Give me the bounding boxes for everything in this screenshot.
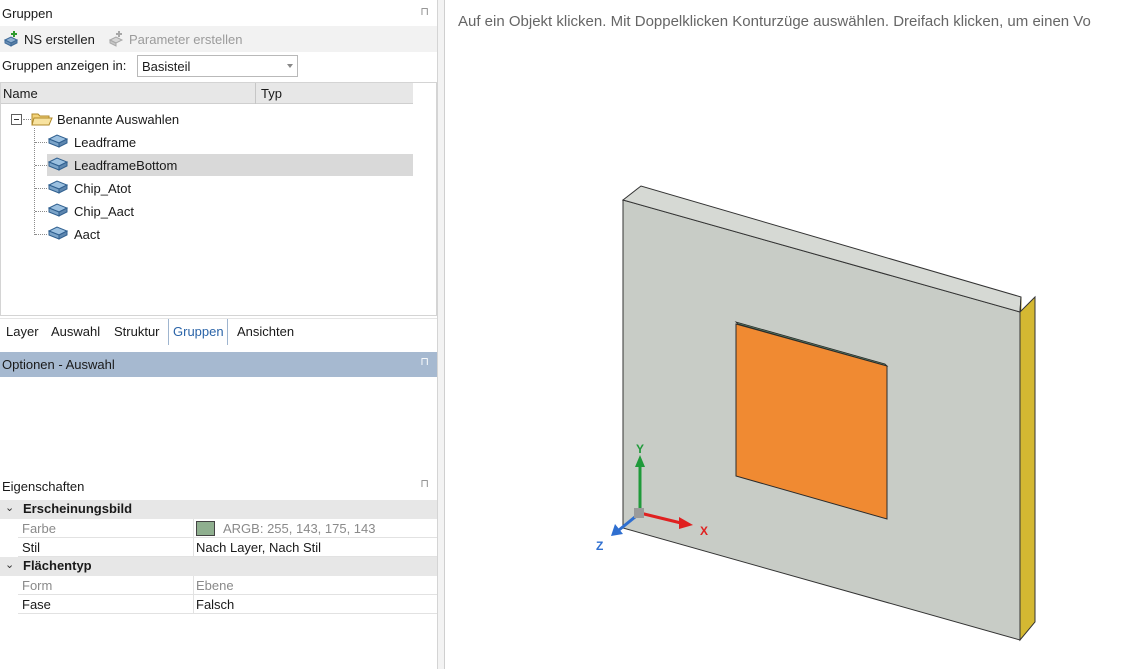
ns-create-button[interactable]: NS erstellen xyxy=(3,28,95,50)
tree-item-label: Chip_Atot xyxy=(74,180,132,196)
chevron-down-icon[interactable]: ⌄ xyxy=(5,501,14,514)
tab-struktur[interactable]: Struktur xyxy=(114,319,160,345)
left-panel: Gruppen ⊓ NS erstellen Parameter erstell… xyxy=(0,0,437,669)
color-swatch[interactable] xyxy=(196,521,215,536)
tree-item-label: LeadframeBottom xyxy=(74,157,178,173)
category-label: Flächentyp xyxy=(23,558,92,573)
named-selection-add-icon xyxy=(3,30,21,48)
chevron-down-icon xyxy=(287,64,293,68)
property-key: Form xyxy=(18,576,194,595)
property-value[interactable]: Nach Layer, Nach Stil xyxy=(195,538,321,557)
groups-title: Gruppen xyxy=(2,6,53,21)
named-selection-icon xyxy=(47,133,69,151)
tab-auswahl[interactable]: Auswahl xyxy=(51,319,100,345)
properties-title: Eigenschaften xyxy=(2,479,85,494)
tree-item[interactable]: Leadframe xyxy=(47,131,413,153)
parameter-add-icon xyxy=(108,30,126,48)
tree-item[interactable]: Chip_Aact xyxy=(47,200,413,222)
tree-connector xyxy=(35,165,47,166)
axis-z-label: Z xyxy=(596,539,603,553)
tree-item-label: Aact xyxy=(74,226,101,242)
tree-connector xyxy=(23,119,31,120)
property-value: ARGB: 255, 143, 175, 143 xyxy=(195,519,376,538)
axis-x-label: X xyxy=(700,524,708,538)
pin-icon[interactable]: ⊓ xyxy=(420,355,429,368)
tab-layer[interactable]: Layer xyxy=(6,319,39,345)
tab-ansichten[interactable]: Ansichten xyxy=(237,319,294,345)
named-selection-icon xyxy=(47,156,69,174)
options-title: Optionen - Auswahl xyxy=(2,357,115,372)
axis-y-label: Y xyxy=(636,442,644,456)
options-panel-title: Optionen - Auswahl ⊓ xyxy=(0,352,437,377)
properties-panel-title: Eigenschaften ⊓ xyxy=(0,474,437,499)
property-row[interactable]: Farbe ARGB: 255, 143, 175, 143 xyxy=(18,519,437,538)
model-view[interactable]: Y X Z xyxy=(445,0,1145,669)
ns-create-label: NS erstellen xyxy=(24,31,95,47)
show-in-label: Gruppen anzeigen in: xyxy=(2,58,127,73)
column-separator[interactable] xyxy=(255,83,256,104)
3d-viewport[interactable]: Auf ein Objekt klicken. Mit Doppelklicke… xyxy=(444,0,1145,669)
collapse-toggle[interactable] xyxy=(11,114,22,125)
folder-open-icon xyxy=(31,111,53,127)
category-label: Erscheinungsbild xyxy=(23,501,133,516)
tree-root-row[interactable]: Benannte Auswahlen xyxy=(31,108,411,130)
tree-item-label: Chip_Aact xyxy=(74,203,134,219)
tree-connector xyxy=(35,142,47,143)
tree-connector xyxy=(35,188,47,189)
named-selection-icon xyxy=(47,179,69,197)
property-row[interactable]: Form Ebene xyxy=(18,576,437,595)
options-panel-body xyxy=(0,377,437,469)
show-in-value: Basisteil xyxy=(142,59,191,74)
show-in-select[interactable]: Basisteil xyxy=(137,55,298,77)
tree-item[interactable]: LeadframeBottom xyxy=(47,154,413,176)
property-value-text: ARGB: 255, 143, 175, 143 xyxy=(223,521,376,536)
pin-icon[interactable]: ⊓ xyxy=(420,5,429,18)
chevron-down-icon[interactable]: ⌄ xyxy=(5,558,14,571)
tree-connector xyxy=(34,128,35,235)
tree-connector xyxy=(35,211,47,212)
panel-tabs: Layer Auswahl Struktur Gruppen Ansichten xyxy=(0,318,437,345)
groups-panel-title: Gruppen ⊓ xyxy=(0,2,437,24)
property-key: Farbe xyxy=(18,519,194,538)
param-create-button[interactable]: Parameter erstellen xyxy=(108,28,242,50)
param-create-label: Parameter erstellen xyxy=(129,31,243,47)
groups-toolbar: NS erstellen Parameter erstellen xyxy=(0,26,437,52)
category-row[interactable]: ⌄ Flächentyp xyxy=(0,557,437,576)
property-key: Fase xyxy=(18,595,194,614)
tree-item[interactable]: Aact xyxy=(47,223,413,245)
plate-edge-face[interactable] xyxy=(1019,295,1036,642)
named-selection-icon xyxy=(47,202,69,220)
pin-icon[interactable]: ⊓ xyxy=(420,477,429,490)
axis-origin xyxy=(634,508,644,518)
property-row[interactable]: Fase Falsch xyxy=(18,595,437,614)
property-value: Ebene xyxy=(196,578,234,593)
groups-tree: Name Typ Benannte Auswahlen Leadframe Le… xyxy=(0,82,437,316)
column-name-header[interactable]: Name xyxy=(3,86,38,101)
column-type-header[interactable]: Typ xyxy=(261,86,282,101)
property-key: Stil xyxy=(18,538,194,557)
tree-header: Name Typ xyxy=(1,83,413,104)
named-selection-icon xyxy=(47,225,69,243)
tree-item-label: Leadframe xyxy=(74,134,137,150)
tree-connector xyxy=(35,234,47,235)
property-row[interactable]: Stil Nach Layer, Nach Stil xyxy=(18,538,437,557)
tab-gruppen[interactable]: Gruppen xyxy=(168,319,228,345)
tree-root-label: Benannte Auswahlen xyxy=(57,111,180,127)
splitter[interactable] xyxy=(437,0,444,669)
category-row[interactable]: ⌄ Erscheinungsbild xyxy=(0,500,437,519)
property-value[interactable]: Falsch xyxy=(195,595,234,614)
tree-item[interactable]: Chip_Atot xyxy=(47,177,413,199)
